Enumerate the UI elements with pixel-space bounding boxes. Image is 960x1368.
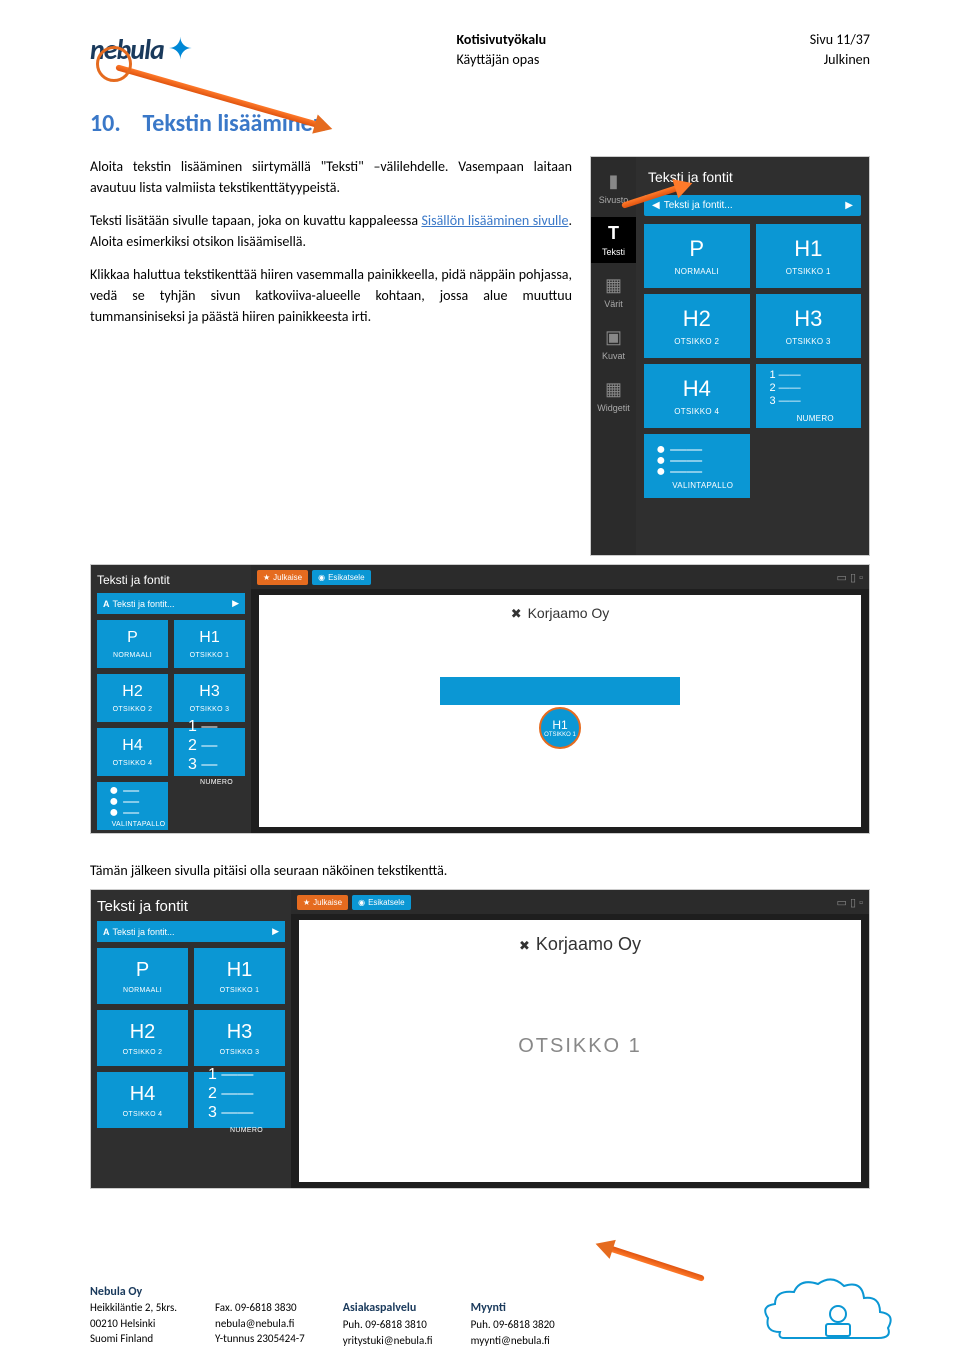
tile-h3[interactable]: H3OTSIKKO 3	[174, 674, 245, 722]
device-icons[interactable]: ▭ ▯ ▫	[837, 896, 863, 909]
intro-text: Aloita tekstin lisääminen siirtymällä "T…	[90, 156, 572, 339]
grid-icon: ▦	[591, 379, 636, 400]
rail-kuvat[interactable]: ▣ Kuvat	[591, 321, 636, 367]
left-panel: Teksti ja fontit A Teksti ja fontit...▶ …	[91, 890, 291, 1188]
preview-button[interactable]: ◉Esikatsele	[312, 570, 370, 585]
chevron-right-icon: ▶	[845, 200, 853, 211]
publish-button[interactable]: ★Julkaise	[257, 570, 308, 585]
rail-teksti[interactable]: T Teksti	[591, 217, 636, 263]
visibility: Julkinen	[824, 51, 870, 68]
drop-zone	[440, 677, 680, 705]
panel-breadcrumb[interactable]: A Teksti ja fontit...▶	[97, 593, 245, 614]
screenshot-result: Teksti ja fontit A Teksti ja fontit...▶ …	[90, 889, 870, 1189]
image-icon: ▣	[591, 327, 636, 348]
tile-h4[interactable]: H4OTSIKKO 4	[644, 364, 750, 428]
tile-numero[interactable]: 1 —2 —3 —NUMERO	[174, 728, 245, 776]
company-name: Korjaamo Oy	[259, 595, 861, 622]
panel-breadcrumb[interactable]: A Teksti ja fontit...▶	[97, 921, 285, 942]
section-heading: 10. Tekstin lisääminen	[90, 109, 870, 138]
tile-h4[interactable]: H4OTSIKKO 4	[97, 728, 168, 776]
font-panel: Teksti ja fontit ◀ Teksti ja fontit... ▶…	[636, 157, 869, 555]
paragraph-1: Aloita tekstin lisääminen siirtymällä "T…	[90, 156, 572, 198]
arrow-icon	[608, 1245, 705, 1282]
footer-company: Nebula Oy	[90, 1285, 142, 1299]
tile-numero[interactable]: 1 ——2 ——3 ——NUMERO	[756, 364, 862, 428]
page-icon: ▮	[591, 171, 636, 192]
back-icon: ◀	[652, 200, 660, 211]
footer-col-sales: Myynti Puh. 09-6818 3820 myynti@nebula.f…	[471, 1300, 555, 1348]
link-sisallon[interactable]: Sisällön lisääminen sivulle	[421, 212, 568, 229]
tile-h1[interactable]: H1OTSIKKO 1	[174, 620, 245, 668]
canvas-topbar: ★Julkaise ◉Esikatsele ▭ ▯ ▫	[291, 890, 869, 914]
doc-title-block: Kotisivutyökalu Käyttäjän opas	[457, 30, 547, 69]
preview-button[interactable]: ◉Esikatsele	[352, 895, 410, 910]
panel-breadcrumb[interactable]: ◀ Teksti ja fontit... ▶	[644, 195, 861, 216]
screenshot-drag: Teksti ja fontit A Teksti ja fontit...▶ …	[90, 564, 870, 834]
tile-h2[interactable]: H2OTSIKKO 2	[97, 674, 168, 722]
doc-title: Kotisivutyökalu	[457, 31, 547, 48]
tile-h3[interactable]: H3OTSIKKO 3	[756, 294, 862, 358]
page-number: Sivu 11/37	[810, 31, 870, 48]
result-heading-text: OTSIKKO 1	[518, 1035, 642, 1058]
palette-icon: ▦	[591, 275, 636, 296]
doc-subtitle: Käyttäjän opas	[457, 51, 540, 68]
canvas-topbar: ★Julkaise ◉Esikatsele ▭ ▯ ▫	[251, 565, 869, 589]
tile-valinta[interactable]: ● ——● ——● ——VALINTAPALLO	[644, 434, 750, 498]
document-footer: Nebula Oy Heikkiläntie 2, 5krs. 00210 He…	[90, 1284, 870, 1348]
footer-col-contact: Fax. 09-6818 3830 nebula@nebula.fi Y-tun…	[215, 1300, 305, 1348]
paragraph-2: Teksti lisätään sivulle tapaan, joka on …	[90, 210, 572, 252]
star-icon: ✦	[168, 31, 193, 68]
publish-button[interactable]: ★Julkaise	[297, 895, 348, 910]
screenshot-sidebar: ▮ Sivusto T Teksti ▦ Värit ▣ Kuvat ▦ W	[590, 156, 870, 556]
section-title: Tekstin lisääminen	[142, 109, 325, 138]
canvas: ★Julkaise ◉Esikatsele ▭ ▯ ▫ Korjaamo Oy …	[291, 890, 869, 1188]
left-panel: Teksti ja fontit A Teksti ja fontit...▶ …	[91, 565, 251, 833]
section-number: 10.	[90, 109, 121, 138]
tile-h2[interactable]: H2OTSIKKO 2	[97, 1010, 188, 1066]
cloud-illustration-icon	[760, 1272, 900, 1356]
tile-h2[interactable]: H2OTSIKKO 2	[644, 294, 750, 358]
tile-h3[interactable]: H3OTSIKKO 3	[194, 1010, 285, 1066]
footer-col-support: Asiakaspalvelu Puh. 09-6818 3810 yrityst…	[343, 1300, 433, 1348]
after-paragraph: Tämän jälkeen sivulla pitäisi olla seura…	[90, 862, 870, 879]
device-icons[interactable]: ▭ ▯ ▫	[837, 571, 863, 584]
rail-varit[interactable]: ▦ Värit	[591, 269, 636, 315]
company-name: Korjaamo Oy	[299, 920, 861, 955]
document-header: nebula ✦ Kotisivutyökalu Käyttäjän opas …	[90, 30, 870, 69]
canvas: ★Julkaise ◉Esikatsele ▭ ▯ ▫ Korjaamo Oy …	[251, 565, 869, 833]
tile-p[interactable]: PNORMAALI	[97, 620, 168, 668]
text-icon: T	[591, 223, 636, 244]
tile-valinta[interactable]: ● —● —● —VALINTAPALLO	[97, 782, 168, 830]
rail-widgetit[interactable]: ▦ Widgetit	[591, 373, 636, 419]
tile-numero[interactable]: 1 ——2 ——3 ——NUMERO	[194, 1072, 285, 1128]
tile-h1[interactable]: H1OTSIKKO 1	[194, 948, 285, 1004]
tile-h4[interactable]: H4OTSIKKO 4	[97, 1072, 188, 1128]
footer-col-address: Heikkiläntie 2, 5krs. 00210 Helsinki Suo…	[90, 1300, 177, 1348]
icon-rail: ▮ Sivusto T Teksti ▦ Värit ▣ Kuvat ▦ W	[591, 157, 636, 555]
drag-origin-circle	[96, 46, 132, 82]
tile-p[interactable]: PNORMAALI	[97, 948, 188, 1004]
page-meta: Sivu 11/37 Julkinen	[810, 30, 870, 69]
dragged-h1-badge: H1OTSIKKO 1	[539, 707, 581, 749]
tile-grid: PNORMAALI H1OTSIKKO 1 H2OTSIKKO 2 H3OTSI…	[644, 224, 861, 498]
paragraph-3: Klikkaa haluttua tekstikenttää hiiren va…	[90, 264, 572, 327]
tile-p[interactable]: PNORMAALI	[644, 224, 750, 288]
tile-h1[interactable]: H1OTSIKKO 1	[756, 224, 862, 288]
